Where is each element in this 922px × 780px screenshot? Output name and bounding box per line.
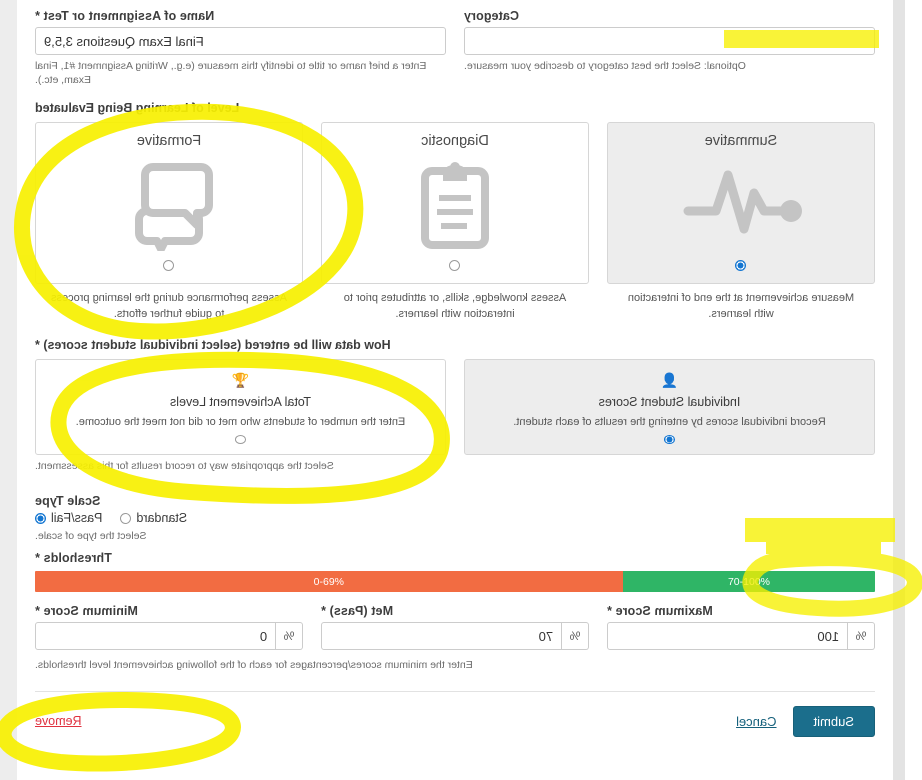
level-option-summative-title: Summative <box>704 133 778 150</box>
threshold-minimum-input[interactable] <box>35 622 277 651</box>
data-entry-heading: How data will be entered (select individ… <box>35 338 391 353</box>
threshold-minimum-unit: % <box>276 622 303 651</box>
assignment-name-label: Name of Assignment or Test * <box>35 9 215 23</box>
assessment-measure-form: Category Optional: Select the best categ… <box>17 0 893 780</box>
level-option-diagnostic-title: Diagnostic <box>421 133 489 150</box>
entry-option-total-cell: 🏆 Total Achievement Levels Enter the num… <box>35 359 446 473</box>
level-of-learning-card-grid: Summative Measure achievement at the end… <box>35 122 875 322</box>
threshold-segment-pass-label: 70-100% <box>727 575 771 588</box>
scale-type-helper: Select the type of scale. <box>35 530 147 543</box>
entry-option-total-title: Total Achievement Levels <box>169 395 312 410</box>
scale-type-label: Scale Type <box>35 494 101 509</box>
scale-type-option-standard[interactable]: Standard <box>120 511 187 525</box>
trophy-icon: 🏆 <box>231 372 250 389</box>
level-option-diagnostic-caption: Assess knowledge, skills, or attributes … <box>343 292 567 320</box>
scale-type-radio-group: Standard Pass/Fail <box>35 511 295 525</box>
level-option-summative-cell: Summative Measure achievement at the end… <box>607 122 875 322</box>
page-right-edge <box>0 0 17 780</box>
threshold-met-label: Met (Pass) * <box>321 604 394 619</box>
person-icon: 👤 <box>660 372 679 389</box>
entry-option-individual-radio[interactable] <box>664 435 675 445</box>
scale-type-standard-radio[interactable] <box>120 512 132 524</box>
level-option-diagnostic[interactable]: Diagnostic <box>321 122 589 285</box>
level-option-summative-radio[interactable] <box>735 260 747 272</box>
assignment-name-input[interactable] <box>35 27 446 55</box>
thresholds-label: Thresholds * <box>35 551 112 566</box>
entry-option-total-achievement-levels[interactable]: 🏆 Total Achievement Levels Enter the num… <box>35 359 446 456</box>
form-footer: Submit Cancel Remove <box>35 692 875 747</box>
threshold-bar: 70-100% 0-69% <box>35 571 875 593</box>
assignment-name-helper: Enter a brief name or title to identify … <box>35 60 427 87</box>
category-input[interactable] <box>464 27 875 55</box>
data-entry-helper: Select the appropriate way to record res… <box>35 460 334 473</box>
submit-button[interactable]: Submit <box>792 705 875 737</box>
scale-type-passfail-label: Pass/Fail <box>51 511 103 526</box>
pulse-icon <box>616 149 866 260</box>
speech-bubbles-icon <box>44 149 294 260</box>
threshold-segment-fail: 0-69% <box>35 571 623 593</box>
cancel-link[interactable]: Cancel <box>736 714 776 729</box>
category-helper: Optional: Select the best category to de… <box>464 60 746 72</box>
category-field-group: Category Optional: Select the best categ… <box>464 0 875 87</box>
entry-option-individual-cell: 👤 Individual Student Scores Record indiv… <box>464 359 875 473</box>
entry-option-total-caption: Enter the number of students who met or … <box>75 416 406 429</box>
level-of-learning-heading: Level of Learning Being Evaluated <box>35 101 240 116</box>
category-label: Category <box>464 9 519 23</box>
threshold-maximum-input[interactable] <box>607 622 849 651</box>
name-category-row: Category Optional: Select the best categ… <box>35 0 875 87</box>
level-option-formative-caption: Assess performance during the learning p… <box>51 292 288 320</box>
threshold-met-input[interactable] <box>321 622 563 651</box>
entry-option-total-radio[interactable] <box>235 435 246 445</box>
page-edge-shadow <box>893 0 905 780</box>
threshold-maximum-unit: % <box>848 622 875 651</box>
threshold-segment-pass: 70-100% <box>623 571 875 593</box>
page-gutter <box>905 0 922 780</box>
assignment-name-field-group: Name of Assignment or Test * Enter a bri… <box>35 0 446 87</box>
threshold-segment-fail-label: 0-69% <box>313 575 345 588</box>
mirrored-page-wrapper: Category Optional: Select the best categ… <box>0 0 922 780</box>
level-option-summative[interactable]: Summative <box>607 122 875 285</box>
threshold-minimum-label: Minimum Score * <box>35 604 138 619</box>
threshold-met-group: Met (Pass) * % <box>321 604 589 651</box>
entry-option-individual-caption: Record individual scores by entering the… <box>513 416 826 429</box>
scale-type-passfail-radio[interactable] <box>35 512 46 524</box>
entry-option-individual-title: Individual Student Scores <box>598 395 741 410</box>
scale-type-standard-label: Standard <box>136 511 188 526</box>
entry-option-individual-student-scores[interactable]: 👤 Individual Student Scores Record indiv… <box>464 359 875 456</box>
level-option-summative-caption: Measure achievement at the end of intera… <box>627 292 855 320</box>
level-option-formative-title: Formative <box>136 133 202 150</box>
level-option-diagnostic-cell: Diagnostic Assess knowledge, skills, or … <box>321 122 589 322</box>
threshold-maximum-group: Maximum Score * % <box>607 604 875 651</box>
scale-type-option-passfail[interactable]: Pass/Fail <box>35 511 102 525</box>
clipboard-icon <box>330 149 580 260</box>
footer-actions: Submit Cancel <box>736 705 875 737</box>
threshold-met-unit: % <box>562 622 589 651</box>
remove-link[interactable]: Remove <box>35 714 82 728</box>
level-option-diagnostic-radio[interactable] <box>449 260 461 272</box>
threshold-maximum-label: Maximum Score * <box>607 604 713 619</box>
level-option-formative-cell: Formative Assess performance during the … <box>35 122 303 322</box>
level-option-formative[interactable]: Formative <box>35 122 303 285</box>
threshold-minimum-group: Minimum Score * % <box>35 604 303 651</box>
threshold-fields-row: Maximum Score * % Met (Pass) * % Minimum… <box>35 604 875 651</box>
data-entry-card-grid: 👤 Individual Student Scores Record indiv… <box>35 359 875 473</box>
thresholds-helper: Enter the minimum scores/percentages for… <box>35 659 473 672</box>
level-option-formative-radio[interactable] <box>163 260 175 272</box>
